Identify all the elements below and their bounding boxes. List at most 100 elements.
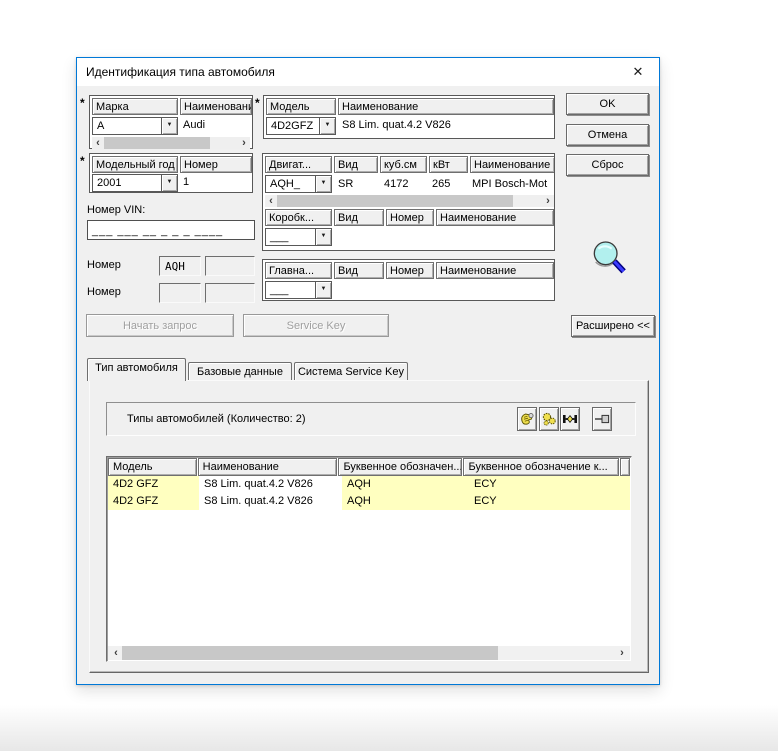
close-icon[interactable]: ✕	[626, 62, 650, 82]
tab-content-panel: Типы автомобилей (Количество: 2)	[89, 380, 649, 673]
model-combobox[interactable]: 4D2GFZ ▼	[266, 117, 336, 135]
chevron-down-icon[interactable]: ▼	[161, 118, 177, 134]
engine-icon[interactable]	[517, 407, 537, 431]
pin-icon[interactable]	[592, 407, 612, 431]
scroll-left-icon[interactable]: ‹	[265, 195, 277, 207]
column-header-gearbox-code[interactable]: Буквенное обозначение к...	[463, 458, 619, 476]
chevron-down-icon[interactable]: ▼	[161, 175, 177, 191]
column-header-model[interactable]: Модель	[108, 458, 197, 476]
gearbox-column-header[interactable]: Коробк...	[265, 209, 332, 226]
engine-name-header[interactable]: Наименование	[470, 156, 554, 173]
page-bottom-fade	[0, 705, 778, 751]
scroll-right-icon[interactable]: ›	[616, 646, 628, 660]
vehicle-types-caption: Типы автомобилей (Количество: 2)	[127, 413, 306, 425]
axle-icon[interactable]	[560, 407, 580, 431]
engine-code-label: Номер	[87, 259, 121, 271]
column-header-filler	[620, 458, 630, 476]
start-query-button: Начать запрос	[86, 314, 234, 337]
model-year-number-value: 1	[183, 174, 249, 188]
scroll-right-icon[interactable]: ›	[542, 195, 554, 207]
number-column-header[interactable]: Номер	[180, 156, 252, 173]
cell-model: 4D2 GFZ	[108, 493, 199, 510]
cell-engine-code: AQH	[342, 493, 469, 510]
brand-group: Марка Наименование A ▼ Audi ‹ ›	[89, 95, 253, 149]
reset-button[interactable]: Сброс	[566, 154, 649, 176]
gearbox-name-header[interactable]: Наименование	[436, 209, 554, 226]
table-row[interactable]: 4D2 GFZ S8 Lim. quat.4.2 V826 AQH ECY	[108, 476, 630, 493]
cell-name: S8 Lim. quat.4.2 V826	[199, 493, 342, 510]
engine-code-field-2	[205, 256, 255, 276]
brand-scrollbar[interactable]: ‹ ›	[92, 137, 250, 149]
cancel-button[interactable]: Отмена	[566, 124, 649, 146]
engine-scrollbar[interactable]: ‹ ›	[265, 195, 554, 207]
tab-service-key-system[interactable]: Система Service Key	[294, 362, 408, 380]
engine-code-field: AQH	[159, 256, 201, 276]
gearbox-code-field	[159, 283, 201, 303]
vehicle-identification-dialog: Идентификация типа автомобиля ✕ * Марка …	[76, 57, 660, 685]
vin-input[interactable]: ___ ___ __ _ _ _ ____	[87, 220, 255, 240]
cell-engine-code: AQH	[342, 476, 469, 493]
model-name-value: S8 Lim. quat.4.2 V826	[342, 117, 552, 131]
brand-combobox[interactable]: A ▼	[92, 117, 178, 135]
chevron-down-icon[interactable]: ▼	[315, 176, 331, 192]
brand-name-column-header[interactable]: Наименование	[180, 98, 252, 115]
tab-vehicle-type[interactable]: Тип автомобиля	[87, 358, 186, 381]
gearbox-vid-header[interactable]: Вид	[334, 209, 384, 226]
engine-vid-value: SR	[338, 176, 378, 190]
engine-cc-header[interactable]: куб.см	[380, 156, 427, 173]
table-header-row: Модель Наименование Буквенное обозначен.…	[108, 458, 630, 476]
engine-cc-value: 4172	[384, 176, 428, 190]
final-drive-column-header[interactable]: Главна...	[265, 262, 332, 279]
final-drive-number-header[interactable]: Номер	[386, 262, 434, 279]
scroll-right-icon[interactable]: ›	[238, 137, 250, 149]
extended-button[interactable]: Расширено <<	[571, 315, 655, 337]
cell-model: 4D2 GFZ	[108, 476, 199, 493]
table-row[interactable]: 4D2 GFZ S8 Lim. quat.4.2 V826 AQH ECY	[108, 493, 630, 510]
required-marker: *	[80, 154, 85, 168]
scrollbar-thumb[interactable]	[277, 195, 513, 207]
engine-column-header[interactable]: Двигат...	[265, 156, 332, 173]
gearbox-number-header[interactable]: Номер	[386, 209, 434, 226]
engine-kw-header[interactable]: кВт	[429, 156, 468, 173]
model-name-column-header[interactable]: Наименование	[338, 98, 554, 115]
engine-combobox[interactable]: AQH_ ▼	[265, 175, 332, 193]
ok-button[interactable]: OK	[566, 93, 649, 115]
title-bar[interactable]: Идентификация типа автомобиля ✕	[77, 58, 659, 86]
cell-gearbox-code: ECY	[469, 476, 630, 493]
engine-name-value: MPI Bosch-Mot	[472, 176, 554, 190]
required-marker: *	[255, 96, 260, 110]
engine-vid-header[interactable]: Вид	[334, 156, 378, 173]
scroll-left-icon[interactable]: ‹	[110, 646, 122, 660]
final-drive-group: Главна... Вид Номер Наименование ___ ▼	[262, 259, 555, 301]
required-marker: *	[80, 96, 85, 110]
dialog-title: Идентификация типа автомобиля	[86, 65, 275, 79]
cell-name: S8 Lim. quat.4.2 V826	[199, 476, 342, 493]
scroll-left-icon[interactable]: ‹	[92, 137, 104, 149]
model-column-header[interactable]: Модель	[266, 98, 336, 115]
vehicle-types-bar: Типы автомобилей (Количество: 2)	[106, 402, 636, 436]
chevron-down-icon[interactable]: ▼	[319, 118, 335, 134]
final-drive-name-header[interactable]: Наименование	[436, 262, 554, 279]
engine-gearbox-group: Двигат... Вид куб.см кВт Наименование AQ…	[262, 153, 555, 251]
chevron-down-icon[interactable]: ▼	[315, 282, 331, 298]
brand-column-header[interactable]: Марка	[92, 98, 178, 115]
gearbox-combobox[interactable]: ___ ▼	[265, 228, 332, 246]
column-header-name[interactable]: Наименование	[198, 458, 338, 476]
tab-base-data[interactable]: Базовые данные	[188, 362, 292, 380]
table-scrollbar[interactable]: ‹ ›	[108, 646, 630, 660]
model-group: Модель Наименование 4D2GFZ ▼ S8 Lim. qua…	[263, 95, 555, 139]
final-drive-combobox[interactable]: ___ ▼	[265, 281, 332, 299]
magnifier-icon	[591, 240, 627, 280]
model-year-column-header[interactable]: Модельный год	[92, 156, 178, 173]
scrollbar-thumb[interactable]	[104, 137, 210, 149]
final-drive-vid-header[interactable]: Вид	[334, 262, 384, 279]
chevron-down-icon[interactable]: ▼	[315, 229, 331, 245]
cell-gearbox-code: ECY	[469, 493, 630, 510]
column-header-engine-code[interactable]: Буквенное обозначен...	[338, 458, 462, 476]
model-year-group: Модельный год Номер 2001 ▼ 1	[89, 153, 253, 193]
scrollbar-thumb[interactable]	[122, 646, 498, 660]
gearbox-code-label: Номер	[87, 286, 121, 298]
model-year-combobox[interactable]: 2001 ▼	[92, 174, 178, 192]
service-key-button: Service Key	[243, 314, 389, 337]
gearbox-icon[interactable]	[539, 407, 559, 431]
